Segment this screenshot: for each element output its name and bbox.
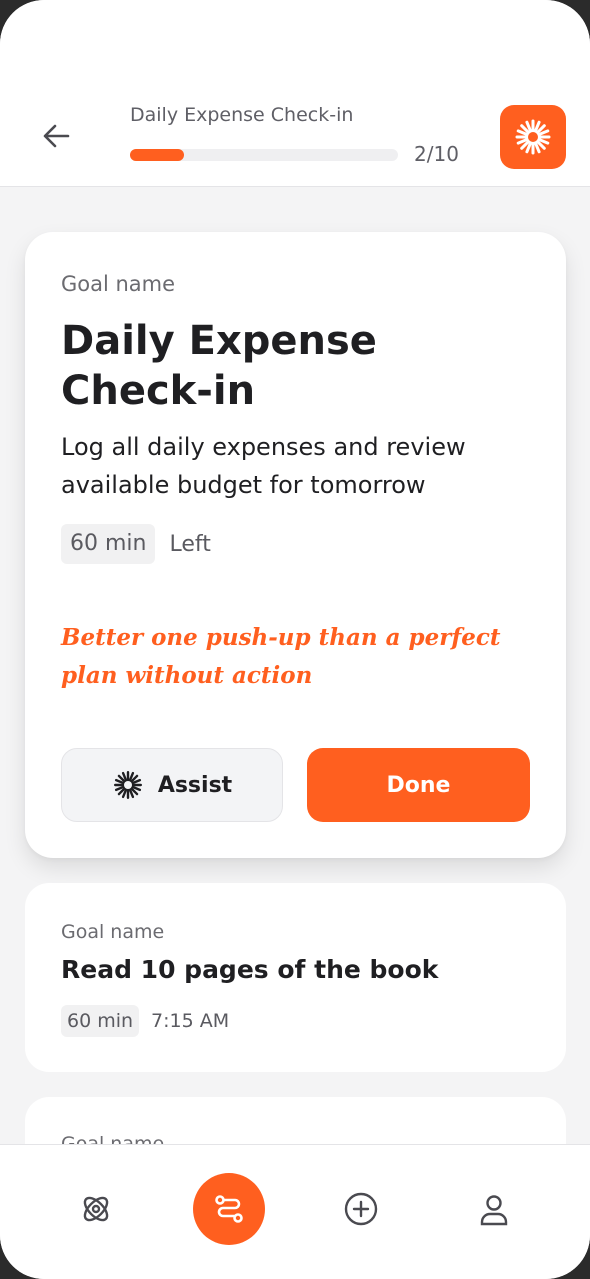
current-goal-card: Goal name Daily Expense Check-in Log all… <box>25 232 566 858</box>
goal-title: Daily Expense Check-in <box>61 318 377 414</box>
tab-route[interactable] <box>193 1173 265 1245</box>
progress-bar <box>130 149 398 161</box>
goal-meta: 60 min Left <box>61 524 211 564</box>
header-title: Daily Expense Check-in <box>130 104 354 126</box>
duration-chip: 60 min <box>61 524 156 564</box>
orbit-icon <box>83 1196 109 1222</box>
goal-meta: 60 min 7:15 AM <box>61 1005 229 1037</box>
duration-chip: 60 min <box>61 1005 140 1037</box>
sparkle-icon <box>515 119 551 155</box>
assistant-button[interactable] <box>500 105 566 169</box>
next-goal-card[interactable]: Goal name Read 10 pages of the book 60 m… <box>25 883 566 1072</box>
arrow-left-icon <box>43 124 70 148</box>
bottom-tab-bar <box>0 1144 590 1279</box>
route-icon <box>215 1195 243 1223</box>
tab-orbit[interactable] <box>60 1173 132 1245</box>
done-button-label: Done <box>386 772 451 798</box>
back-button[interactable] <box>36 116 80 156</box>
motivational-quote: Better one push-up than a perfect plan w… <box>61 624 501 689</box>
tab-add[interactable] <box>325 1173 397 1245</box>
assist-button-label: Assist <box>157 772 233 798</box>
header: Daily Expense Check-in 2/10 <box>0 0 590 187</box>
goal-title: Read 10 pages of the book <box>61 955 439 984</box>
goal-description: Log all daily expenses and review availa… <box>61 433 466 499</box>
add-circle-icon <box>344 1192 378 1226</box>
goal-label: Goal name <box>61 272 176 296</box>
goal-label: Goal name <box>61 921 165 943</box>
progress-count: 2/10 <box>414 142 459 166</box>
profile-icon <box>480 1195 508 1226</box>
tab-profile[interactable] <box>458 1173 530 1245</box>
done-button[interactable]: Done <box>307 748 530 822</box>
progress-fill <box>130 149 184 161</box>
phone-screen: Daily Expense Check-in 2/10 Goal name Da… <box>0 0 590 1279</box>
assist-button[interactable]: Assist <box>61 748 283 822</box>
goal-time: 7:15 AM <box>151 1010 230 1032</box>
duration-suffix: Left <box>169 531 211 557</box>
sparkle-icon <box>113 771 142 799</box>
